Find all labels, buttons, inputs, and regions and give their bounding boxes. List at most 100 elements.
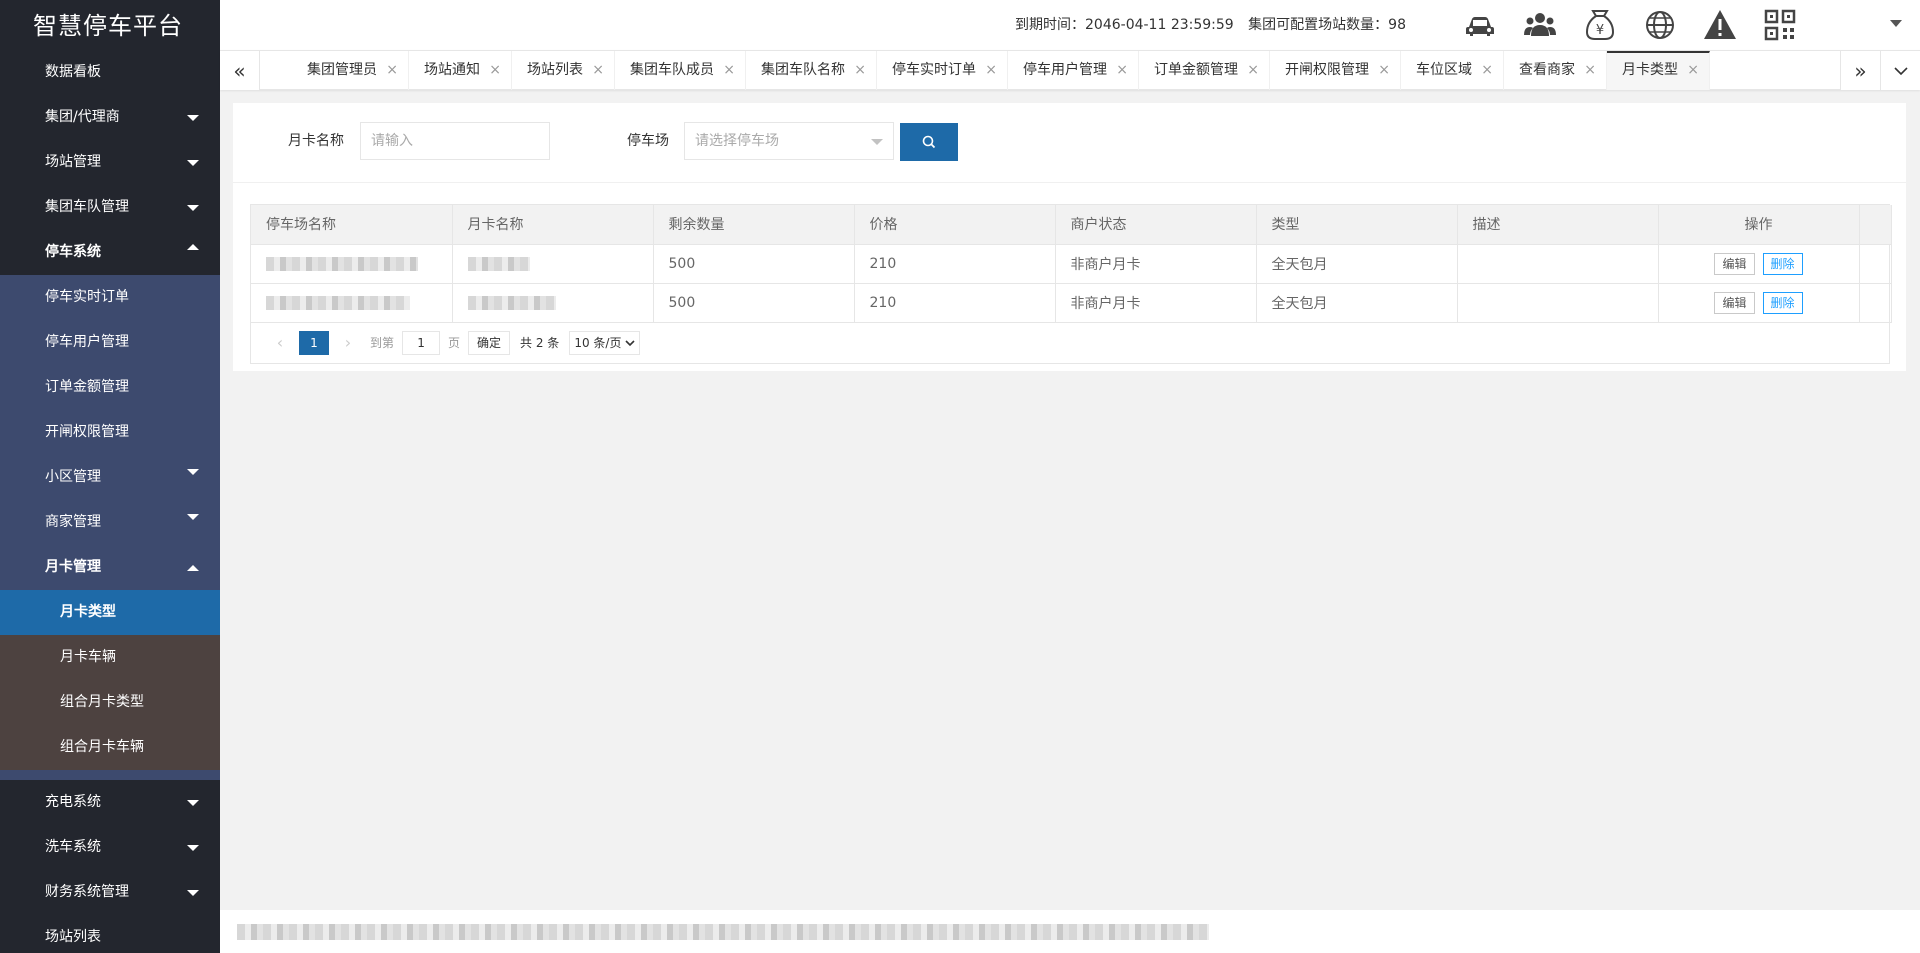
tab-fleet-members[interactable]: 集团车队成员 × xyxy=(615,51,746,90)
confirm-page-button[interactable]: 确定 xyxy=(468,330,511,355)
tab-gate-permission[interactable]: 开闸权限管理 × xyxy=(1270,51,1401,90)
svg-text:¥: ¥ xyxy=(1596,23,1604,38)
sidebar-item-finance[interactable]: 财务系统管理 xyxy=(0,870,220,915)
tab-label: 开闸权限管理 xyxy=(1285,62,1369,78)
sidebar-item-parking-system[interactable]: 停车系统 xyxy=(0,230,220,275)
close-icon[interactable]: × xyxy=(1584,51,1596,90)
price-cell: 210 xyxy=(854,283,1056,323)
account-info: 到期时间：2046-04-11 23:59:59 集团可配置场站数量：98 xyxy=(1015,0,1406,50)
tab-scroll-right-icon[interactable]: » xyxy=(1840,51,1880,90)
station-quota: 集团可配置场站数量：98 xyxy=(1248,17,1406,33)
sidebar-item-label: 停车系统 xyxy=(45,244,101,260)
close-icon[interactable]: × xyxy=(1378,51,1390,90)
page-size-value: 10 条/页 xyxy=(574,335,622,350)
close-icon[interactable]: × xyxy=(1116,51,1128,90)
chevron-down-icon xyxy=(187,160,199,166)
car-icon[interactable] xyxy=(1450,0,1510,50)
search-button[interactable] xyxy=(900,123,958,161)
edit-button[interactable]: 编辑 xyxy=(1714,291,1755,314)
tab-fleet-names[interactable]: 集团车队名称 × xyxy=(746,51,877,90)
current-page[interactable]: 1 xyxy=(299,330,329,355)
sidebar-item-dashboard[interactable]: 数据看板 xyxy=(0,50,220,95)
sidebar-item-realtime-orders[interactable]: 停车实时订单 xyxy=(0,275,220,320)
chevron-down-icon xyxy=(187,115,199,121)
table-row: 500 210 非商户月卡 全天包月 编辑 删除 xyxy=(251,283,1892,323)
tab-order-amount[interactable]: 订单金额管理 × xyxy=(1139,51,1270,90)
close-icon[interactable]: × xyxy=(1481,51,1493,90)
table-header-row: 停车场名称 月卡名称 剩余数量 价格 商户状态 类型 描述 操作 xyxy=(251,205,1892,245)
edit-button[interactable]: 编辑 xyxy=(1714,252,1755,275)
chevron-down-icon xyxy=(187,800,199,806)
tab-menu-chevron-down-icon[interactable] xyxy=(1880,51,1920,90)
column-header: 剩余数量 xyxy=(653,205,855,245)
sidebar-item-station-mgmt[interactable]: 场站管理 xyxy=(0,140,220,185)
parking-select-placeholder: 请选择停车场 xyxy=(695,133,779,149)
sidebar-item-label: 集团车队管理 xyxy=(45,199,129,215)
close-icon[interactable]: × xyxy=(386,51,398,90)
close-icon[interactable]: × xyxy=(985,51,997,90)
sidebar-item-charging[interactable]: 充电系统 xyxy=(0,780,220,825)
tab-label: 月卡类型 xyxy=(1622,62,1678,78)
tab-parking-area[interactable]: 车位区域 × xyxy=(1401,51,1504,90)
page-unit: 页 xyxy=(448,336,461,350)
sidebar-item-label: 财务系统管理 xyxy=(45,884,129,900)
sidebar-item-combo-card-type[interactable]: 组合月卡类型 xyxy=(0,680,220,725)
sidebar-item-gate-permission[interactable]: 开闸权限管理 xyxy=(0,410,220,455)
tab-realtime-orders[interactable]: 停车实时订单 × xyxy=(877,51,1008,90)
tab-view-merchant[interactable]: 查看商家 × xyxy=(1504,51,1607,90)
column-header: 停车场名称 xyxy=(251,205,453,245)
remaining-cell: 500 xyxy=(653,283,855,323)
submenu-divider xyxy=(0,770,220,780)
tab-group-admin[interactable]: 集团管理员 × xyxy=(260,51,409,90)
delete-button[interactable]: 删除 xyxy=(1762,291,1803,314)
tab-scroll-left-icon[interactable]: « xyxy=(220,51,260,90)
qrcode-icon[interactable] xyxy=(1750,0,1810,50)
page-input[interactable]: 1 xyxy=(402,330,441,355)
close-icon[interactable]: × xyxy=(489,51,501,90)
users-icon[interactable] xyxy=(1510,0,1570,50)
remaining-cell: 500 xyxy=(653,244,855,284)
warning-icon[interactable] xyxy=(1690,0,1750,50)
sidebar-item-order-amount[interactable]: 订单金额管理 xyxy=(0,365,220,410)
sidebar-item-fleet-mgmt[interactable]: 集团车队管理 xyxy=(0,185,220,230)
sidebar-item-card-vehicles[interactable]: 月卡车辆 xyxy=(0,635,220,680)
sidebar-item-community[interactable]: 小区管理 xyxy=(0,455,220,500)
redacted-footer-text xyxy=(237,924,1209,940)
close-icon[interactable]: × xyxy=(854,51,866,90)
sidebar-item-parking-users[interactable]: 停车用户管理 xyxy=(0,320,220,365)
tab-parking-users[interactable]: 停车用户管理 × xyxy=(1008,51,1139,90)
column-header: 价格 xyxy=(854,205,1056,245)
sidebar-item-monthly-card[interactable]: 月卡管理 xyxy=(0,545,220,590)
delete-button[interactable]: 删除 xyxy=(1762,252,1803,275)
card-name-cell xyxy=(452,283,654,323)
close-icon[interactable]: × xyxy=(723,51,735,90)
sidebar-item-card-type[interactable]: 月卡类型 xyxy=(0,590,220,635)
tab-station-list[interactable]: 场站列表 × xyxy=(512,51,615,90)
globe-icon[interactable] xyxy=(1630,0,1690,50)
footer xyxy=(220,910,1920,953)
sidebar-item-merchant[interactable]: 商家管理 xyxy=(0,500,220,545)
sidebar-item-combo-card-vehicles[interactable]: 组合月卡车辆 xyxy=(0,725,220,770)
user-dropdown-icon[interactable] xyxy=(1890,20,1902,27)
column-header: 操作 xyxy=(1658,205,1860,245)
next-page-icon[interactable]: › xyxy=(334,333,362,352)
prev-page-icon[interactable]: ‹ xyxy=(266,333,294,352)
actions-cell: 编辑 删除 xyxy=(1658,283,1860,323)
sidebar-item-station-list[interactable]: 场站列表 xyxy=(0,915,220,953)
tab-station-notice[interactable]: 场站通知 × xyxy=(409,51,512,90)
card-name-input[interactable]: 请输入 xyxy=(360,122,550,160)
sidebar-item-carwash[interactable]: 洗车系统 xyxy=(0,825,220,870)
tab-label: 场站通知 xyxy=(424,62,480,78)
parking-label: 停车场 xyxy=(627,133,669,149)
close-icon[interactable]: × xyxy=(1247,51,1259,90)
close-icon[interactable]: × xyxy=(592,51,604,90)
tab-card-type[interactable]: 月卡类型 × xyxy=(1607,51,1710,90)
page-size-select[interactable]: 10 条/页 xyxy=(569,330,641,355)
pagination: ‹ 1 › 到第 1 页 确定 共 2 条 10 条/页 xyxy=(251,323,1889,363)
parking-select[interactable]: 请选择停车场 xyxy=(684,122,894,160)
column-header-filler xyxy=(1859,205,1892,245)
close-icon[interactable]: × xyxy=(1687,53,1699,88)
sidebar-item-group-agent[interactable]: 集团/代理商 xyxy=(0,95,220,140)
tab-label: 订单金额管理 xyxy=(1154,62,1238,78)
money-bag-icon[interactable]: ¥ xyxy=(1570,0,1630,50)
